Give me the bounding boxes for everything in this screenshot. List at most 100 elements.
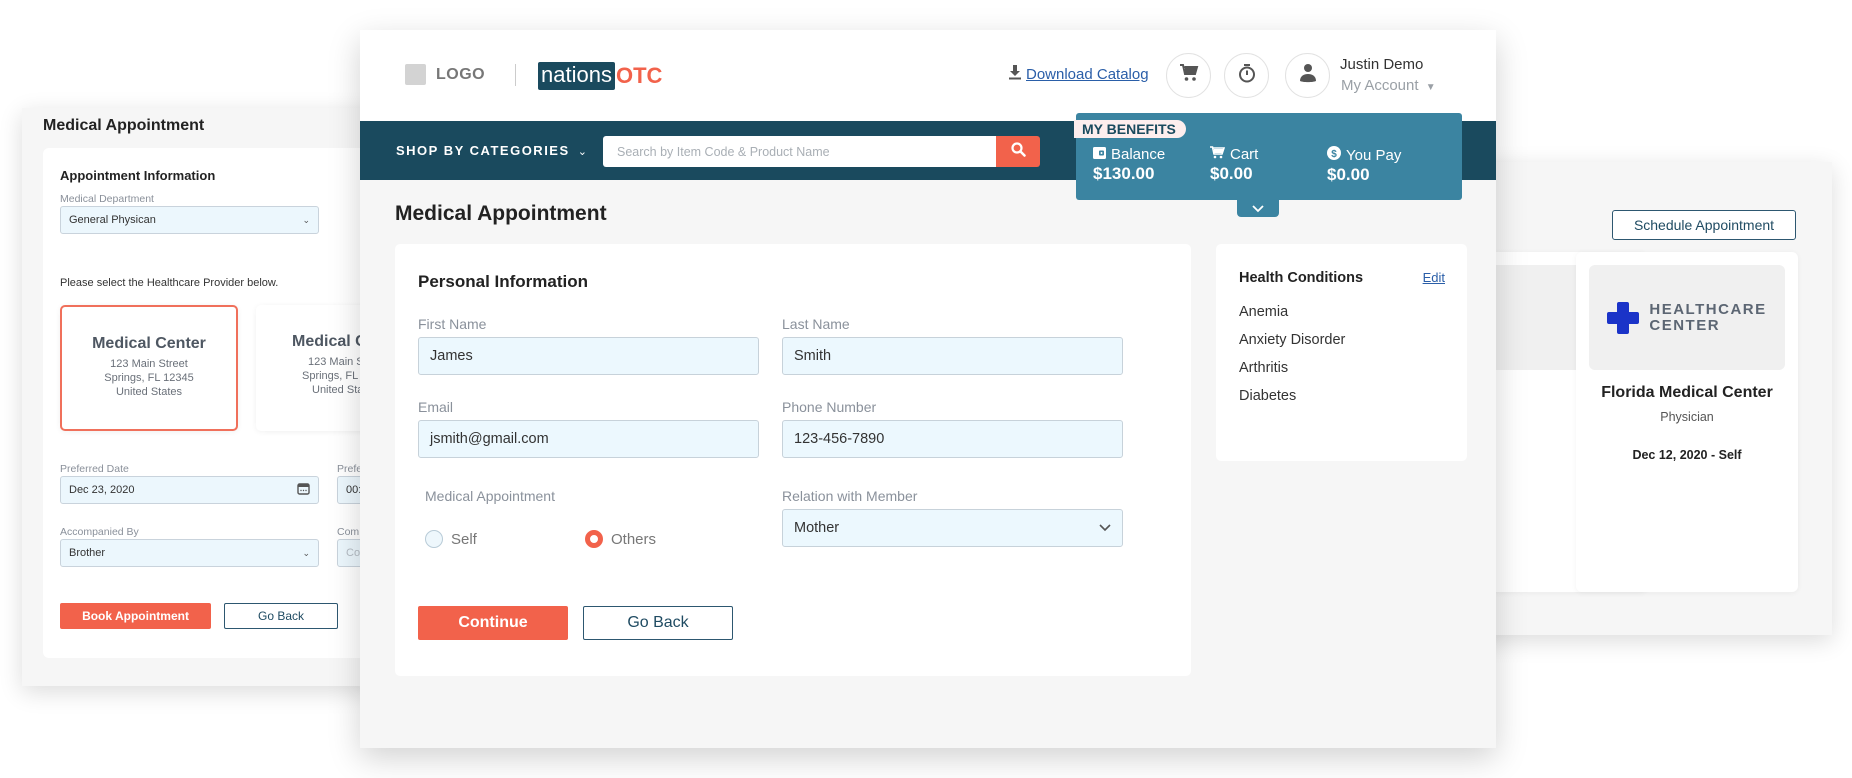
center-name: Florida Medical Center [1601, 384, 1773, 401]
search-button[interactable] [996, 136, 1040, 167]
cart-button[interactable] [1166, 53, 1211, 98]
preferred-date-value: Dec 23, 2020 [69, 484, 135, 496]
my-account-dropdown[interactable]: My Account ▼ [1341, 77, 1436, 94]
provider-address-line: United States [115, 386, 183, 398]
radio-others-label: Others [611, 530, 657, 548]
relation-value: Mother [794, 520, 840, 536]
appointment-info-card: Appointment Information Medical Departme… [43, 148, 382, 658]
user-name: Justin Demo [1340, 56, 1424, 73]
edit-link[interactable]: Edit [1423, 270, 1445, 285]
chevron-down-icon: ⌄ [577, 146, 589, 158]
chevron-down-icon: ⌄ [302, 547, 310, 558]
provider-card-selected[interactable]: Medical Center 123 Main Street Springs, … [60, 305, 238, 431]
user-icon [1299, 63, 1317, 88]
health-conditions-card: Health Conditions Edit Anemia Anxiety Di… [1216, 244, 1467, 461]
condition-item: Arthritis [1239, 360, 1289, 376]
brand-name-part1: nations [538, 62, 615, 90]
phone-value: 123-456-7890 [794, 431, 885, 447]
radio-others[interactable]: Others [585, 530, 656, 548]
preferred-date-label: Preferred Date [60, 463, 129, 475]
department-label: Medical Department [60, 193, 154, 205]
appointment-card[interactable]: HEALTHCARE CENTER Florida Medical Center… [1576, 252, 1798, 592]
chevron-down-icon [1252, 200, 1264, 218]
radio-self-label: Self [451, 530, 477, 548]
logo-text: LOGO [436, 65, 486, 83]
schedule-appointment-button[interactable]: Schedule Appointment [1612, 210, 1796, 240]
preferred-time-value: 00: [346, 484, 362, 496]
last-name-value: Smith [794, 348, 832, 364]
main-window: LOGO nations OTC Download Catalog Justin… [360, 30, 1496, 748]
cart-value: $0.00 [1210, 164, 1253, 183]
phone-input[interactable]: 123-456-7890 [782, 420, 1123, 458]
search-input[interactable] [603, 136, 997, 167]
chevron-down-icon [1099, 520, 1111, 536]
caret-down-icon: ▼ [1425, 82, 1436, 93]
preferred-time-label: Prefe [337, 463, 363, 475]
brand-logo[interactable]: nations OTC [538, 62, 662, 90]
accompanied-label: Accompanied By [60, 526, 139, 538]
header: LOGO nations OTC Download Catalog Justin… [360, 30, 1496, 121]
brand-name-part2: OTC [615, 63, 663, 88]
relation-select[interactable]: Mother [782, 509, 1123, 547]
you-pay-summary: $ You Pay $0.00 [1327, 146, 1401, 185]
timer-button[interactable] [1224, 53, 1269, 98]
you-pay-label: You Pay [1346, 146, 1402, 164]
my-account-label: My Account [1341, 77, 1419, 94]
healthcare-logo-text: HEALTHCARE [1649, 300, 1767, 318]
healthcare-logo: HEALTHCARE CENTER [1589, 265, 1785, 370]
last-name-input[interactable]: Smith [782, 337, 1123, 375]
download-catalog-text: Download Catalog [1026, 65, 1149, 83]
preferred-date-input[interactable]: Dec 23, 2020 [60, 476, 319, 504]
phone-label: Phone Number [782, 399, 877, 415]
page-title: Medical Appointment [395, 202, 607, 225]
cart-icon [1179, 64, 1199, 87]
shop-by-categories-label: SHOP BY CATEGORIES [396, 143, 570, 158]
first-name-label: First Name [418, 316, 487, 332]
dollar-icon: $ [1327, 146, 1341, 164]
first-name-value: James [430, 348, 473, 364]
first-name-input[interactable]: James [418, 337, 759, 375]
provider-name: Medical Center [92, 335, 206, 352]
appointment-date: Dec 12, 2020 - Self [1632, 448, 1742, 462]
email-input[interactable]: jsmith@gmail.com [418, 420, 759, 458]
logo-icon [405, 64, 426, 85]
radio-button-checked[interactable] [585, 530, 603, 548]
email-value: jsmith@gmail.com [430, 431, 549, 447]
condition-item: Diabetes [1239, 388, 1297, 404]
accompanied-select[interactable]: Brother ⌄ [60, 539, 319, 567]
svg-text:$: $ [1331, 149, 1337, 160]
radio-self[interactable]: Self [425, 530, 477, 548]
calendar-icon[interactable] [297, 482, 310, 498]
department-value: General Physican [69, 214, 156, 226]
benefits-expand-button[interactable] [1237, 200, 1279, 217]
my-benefits-panel: MY BENEFITS Balance $130.00 Cart $0.00 $… [1074, 113, 1462, 217]
department-select[interactable]: General Physican ⌄ [60, 206, 319, 234]
logo[interactable]: LOGO [405, 64, 485, 85]
user-avatar-button[interactable] [1285, 53, 1330, 98]
search-icon [1010, 141, 1026, 162]
center-type: Physician [1660, 410, 1714, 424]
balance-summary: Balance $130.00 [1093, 146, 1165, 184]
go-back-button[interactable]: Go Back [583, 606, 733, 640]
cart-label: Cart [1230, 146, 1259, 163]
accompanied-value: Brother [69, 547, 106, 559]
header-divider [515, 64, 516, 86]
download-icon [1008, 64, 1022, 84]
radio-button-unchecked[interactable] [425, 530, 443, 548]
go-back-button-left[interactable]: Go Back [224, 603, 338, 629]
stopwatch-icon [1238, 63, 1256, 88]
medical-cross-icon [1607, 301, 1640, 334]
my-benefits-tag: MY BENEFITS [1074, 120, 1186, 138]
cart-icon [1210, 146, 1226, 163]
comment-label: Com [337, 526, 360, 538]
comment-placeholder: Co [346, 547, 361, 559]
left-window-title: Medical Appointment [43, 117, 205, 134]
personal-info-title: Personal Information [418, 272, 589, 291]
appointment-info-title: Appointment Information [60, 168, 216, 183]
download-catalog-link[interactable]: Download Catalog [1008, 64, 1149, 84]
appointment-window-left: Medical Appointment Appointment Informat… [22, 108, 382, 686]
last-name-label: Last Name [782, 316, 850, 332]
continue-button[interactable]: Continue [418, 606, 568, 640]
shop-by-categories-menu[interactable]: SHOP BY CATEGORIES ⌄ [396, 143, 589, 158]
book-appointment-button[interactable]: Book Appointment [60, 603, 211, 629]
